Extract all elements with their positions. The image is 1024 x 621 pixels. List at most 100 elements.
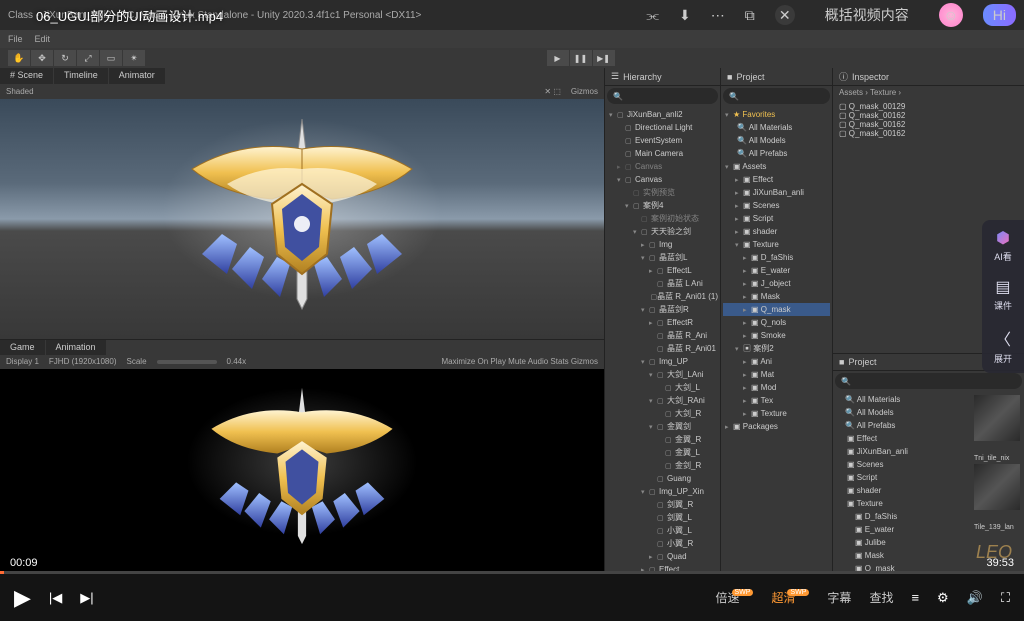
tree-item[interactable]: ▾▢金翼剑 [607,420,718,433]
tree-item[interactable]: ▾▢晶蓝剑L [607,251,718,264]
share-icon[interactable]: ⫘ [646,7,659,24]
tree-item[interactable]: ▾▢案例4 [607,199,718,212]
proj-item[interactable]: ▸▣ shader [723,225,830,238]
quality-button[interactable]: 超清SWP [771,589,809,606]
fullscreen-icon[interactable]: ⛶ [1001,590,1010,606]
shaded-dropdown[interactable]: Shaded [6,87,34,96]
proj-item[interactable]: ▾▣ Texture [723,238,830,251]
subtitle-button[interactable]: 字幕 [827,589,851,606]
game-viewport[interactable] [0,369,604,571]
tab-scene[interactable]: # Scene [0,68,53,84]
proj-item[interactable]: ▸▣ Q_nols [723,316,830,329]
next-icon[interactable]: ▶| [80,590,93,606]
tab-animator[interactable]: Animator [109,68,165,84]
proj-item[interactable]: ▸▣ J_object [723,277,830,290]
tree-item[interactable]: ▢Directional Light [607,121,718,134]
expand-button[interactable]: 〈展开 [994,326,1012,365]
asset-row[interactable]: ▢ Q_mask_00162 [839,111,1018,120]
project-search[interactable]: 🔍 [723,88,830,104]
asset-thumb[interactable]: Tile_139_lan [974,464,1020,531]
close-icon[interactable]: ✕ [775,5,795,25]
asset-row[interactable]: ▢ Q_mask_00162 [839,120,1018,129]
tree-item[interactable]: ▢大剑_R [607,407,718,420]
tree-item[interactable]: ▾▢大剑_RAni [607,394,718,407]
prev-icon[interactable]: |◀ [49,590,62,606]
tree-item[interactable]: ▾▢Img_UP_Xin [607,485,718,498]
avatar[interactable]: ☺ [939,3,963,27]
tree-item[interactable]: ▾▢JiXunBan_anli2 [607,108,718,121]
tree-item[interactable]: ▢剑翼_L [607,511,718,524]
tree-item[interactable]: ▾▢Canvas [607,173,718,186]
proj-item[interactable]: ▸▣ Tex [723,394,830,407]
project-tree[interactable]: ▾★ Favorites🔍 All Materials🔍 All Models🔍… [721,106,832,571]
summary-button[interactable]: 概括视频内容 [815,1,919,29]
progress-bar[interactable] [0,571,1024,574]
hierarchy-tree[interactable]: ▾▢JiXunBan_anli2▢Directional Light▢Event… [605,106,720,571]
tree-item[interactable]: ▸▢EffectL [607,264,718,277]
proj-item[interactable]: ▸▣ Script [723,212,830,225]
proj-item[interactable]: ▸▣ Q_mask [723,303,830,316]
tree-item[interactable]: ▸▢Canvas [607,160,718,173]
tree-item[interactable]: ▢大剑_L [607,381,718,394]
asset-thumb[interactable]: Tni_tile_nix [974,395,1020,462]
resolution-dropdown[interactable]: FJHD (1920x1080) [49,357,117,366]
ai-watch-button[interactable]: ⬢AI看 [994,228,1012,263]
tree-item[interactable]: ▾▢天天验之剑 [607,225,718,238]
play-icon[interactable]: ▶ [14,585,31,611]
proj-item[interactable]: ▸▣ Ani [723,355,830,368]
tab-animation[interactable]: Animation [46,340,106,355]
game-options[interactable]: Maximize On Play Mute Audio Stats Gizmos [442,357,599,366]
scale-tool-icon[interactable]: ⤢ [77,50,99,66]
hierarchy-search[interactable]: 🔍 [607,88,718,104]
display-dropdown[interactable]: Display 1 [6,357,39,366]
menu-edit[interactable]: Edit [35,34,51,44]
proj-item[interactable]: ▸▣ E_water [723,264,830,277]
tree-item[interactable]: ▢Guang [607,472,718,485]
tree-item[interactable]: ▢金翼_R [607,433,718,446]
tree-item[interactable]: ▢晶蓝 R_Ani01 [607,342,718,355]
speed-button[interactable]: 倍速SWP [715,589,753,606]
rect-tool-icon[interactable]: ▭ [100,50,122,66]
tree-item[interactable]: ▸▢Effect [607,563,718,571]
tree-item[interactable]: ▢Main Camera [607,147,718,160]
download-icon[interactable]: ⬇ [679,7,691,24]
rotate-tool-icon[interactable]: ↻ [54,50,76,66]
pip-icon[interactable]: ⧉ [745,7,755,24]
playlist-icon[interactable]: ≡ [911,590,919,605]
settings-icon[interactable]: ⚙ [937,590,949,606]
tree-item[interactable]: ▢剑翼_R [607,498,718,511]
proj-item[interactable]: ▸▣ Mat [723,368,830,381]
hand-tool-icon[interactable]: ✋ [8,50,30,66]
tab-game[interactable]: Game [0,340,45,355]
tree-item[interactable]: ▢晶蓝 R_Ani01 (1) [607,290,718,303]
proj-item[interactable]: ▸▣ Smoke [723,329,830,342]
tree-item[interactable]: ▢小翼_R [607,537,718,550]
notes-button[interactable]: ▤课件 [994,277,1012,312]
proj-item[interactable]: ▸▣ Effect [723,173,830,186]
tree-item[interactable]: ▢实例预览 [607,186,718,199]
tree-item[interactable]: ▢晶蓝 R_Ani [607,329,718,342]
tree-item[interactable]: ▾▢晶蓝剑R [607,303,718,316]
tree-item[interactable]: ▢金剑_R [607,459,718,472]
asset-row[interactable]: ▢ Q_mask_00162 [839,129,1018,138]
breadcrumb[interactable]: Assets › Texture › [833,86,1024,100]
scale-slider[interactable] [157,360,217,364]
gizmos-toggle[interactable]: Gizmos [571,87,598,96]
tree-item[interactable]: ▢案例初始状态 [607,212,718,225]
volume-icon[interactable]: 🔊 [967,590,983,606]
proj-item[interactable]: ▸▣ Scenes [723,199,830,212]
proj-item[interactable]: ▸▣ Texture [723,407,830,420]
tree-item[interactable]: ▸▢Quad [607,550,718,563]
project2-search[interactable]: 🔍 [835,373,1022,389]
proj-item[interactable]: ▸▣ JiXunBan_anli [723,186,830,199]
menu-file[interactable]: File [8,34,23,44]
tree-item[interactable]: ▸▢EffectR [607,316,718,329]
tree-item[interactable]: ▢小翼_L [607,524,718,537]
proj-item[interactable]: ▾▣ 案例2 [723,342,830,355]
project2-tree[interactable]: 🔍 All Materials🔍 All Models🔍 All Prefabs… [833,391,970,571]
asset-row[interactable]: ▢ Q_mask_00129 [839,102,1018,111]
proj-item[interactable]: ▸▣ Mod [723,381,830,394]
pause-button-icon[interactable]: ❚❚ [570,50,592,66]
hi-badge[interactable]: Hi [983,4,1016,26]
proj-item[interactable]: ▸▣ Mask [723,290,830,303]
